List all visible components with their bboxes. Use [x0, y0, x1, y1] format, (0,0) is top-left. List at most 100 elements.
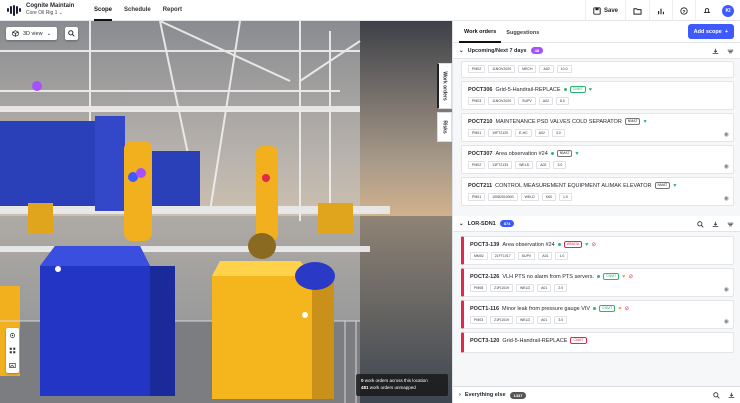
meta-date: 19FT2120	[488, 129, 513, 137]
app-switcher[interactable]: Cognite Maintain Core Oil Rig 1 ⌄	[0, 3, 92, 17]
status-dot	[557, 243, 561, 246]
work-order-card[interactable]: POCT3-139 Area observation #24 WMATA ♥ ⊘ MM0…	[461, 236, 734, 265]
chevron-down-icon: ⌄	[58, 10, 63, 16]
site-name: Core Oil Rig 1	[26, 10, 58, 16]
help-button[interactable]: ?	[672, 0, 695, 21]
meta-type: MM02	[470, 252, 488, 260]
notifications-button[interactable]	[695, 0, 718, 21]
eye-icon[interactable]: ◉	[724, 318, 729, 325]
alert-icon: ⊘	[628, 273, 634, 280]
meta-type: PM01	[468, 129, 486, 137]
folder-button[interactable]	[625, 0, 649, 21]
viewport-search-button[interactable]	[65, 27, 78, 40]
work-order-card[interactable]: POCT1-116 Minor leak from pressure gauge …	[461, 300, 734, 329]
meta-hours: 8.0	[555, 97, 569, 105]
work-order-title: VLH PTS no alarm from PTS servers.	[502, 273, 595, 280]
status-dot	[593, 307, 597, 310]
top-bar: Cognite Maintain Core Oil Rig 1 ⌄ Scope …	[0, 0, 740, 21]
status-tag: CNMT	[603, 273, 620, 280]
work-order-card[interactable]: POCT210 MAINTENANCE PSD VALVES COLD SEPAR…	[461, 113, 734, 142]
group-everything-else-header[interactable]: › Everything else 1337	[453, 386, 740, 403]
eye-icon[interactable]: ◉	[724, 163, 729, 170]
heart-icon: ♥	[618, 305, 622, 312]
unmapped-count: 481	[361, 385, 369, 390]
sort-icon[interactable]	[727, 221, 734, 228]
bell-icon	[703, 7, 711, 13]
status-dot	[597, 275, 601, 278]
app-name: Cognite Maintain	[26, 3, 75, 9]
meta-discipline: E-HC	[515, 129, 532, 137]
group-count-badge: 1337	[509, 391, 527, 399]
group-count-badge: 48	[530, 47, 544, 54]
work-order-id: POCT3-139	[470, 241, 500, 248]
work-order-meta: PM02 11NOV2020 MECH A02 10.0	[468, 65, 727, 73]
tab-work-orders[interactable]: Work orders	[459, 21, 502, 43]
group-title: Everything else	[464, 392, 506, 398]
target-icon	[10, 333, 15, 338]
meta-type: PM03	[470, 316, 488, 324]
work-order-card[interactable]: POCT3-120 Grid-5-Handrail-REPLACE CNMT	[461, 332, 734, 353]
search-icon[interactable]	[713, 392, 720, 399]
nav-scope[interactable]: Scope	[94, 0, 113, 21]
image-icon	[9, 363, 16, 368]
save-button[interactable]: Save	[584, 0, 625, 21]
heart-icon: ♥	[622, 273, 626, 280]
work-order-id: POCT306	[468, 86, 493, 93]
meta-area: A02	[538, 97, 553, 105]
cube-icon	[12, 30, 19, 37]
user-avatar[interactable]: KI	[722, 4, 734, 17]
bar-chart-icon	[658, 8, 664, 14]
meta-area: K60	[541, 193, 556, 201]
cognite-logo-icon	[7, 4, 21, 16]
group-upcoming-header[interactable]: ⌄ Upcoming/Next 7 days 48	[453, 43, 740, 59]
meta-discipline: SUPV	[517, 252, 536, 260]
screenshot-tool-button[interactable]	[6, 358, 19, 373]
layers-tool-button[interactable]	[6, 343, 19, 358]
work-order-card[interactable]: POCT211 CONTROL MEASUREMENT EQUIPMENT ALI…	[461, 177, 734, 206]
work-order-card[interactable]: POCT307 Area observation #24 NMAT ♥ PM02 13…	[461, 145, 734, 174]
eye-icon[interactable]: ◉	[724, 131, 729, 138]
nav-schedule[interactable]: Schedule	[124, 0, 151, 21]
3d-viewport[interactable]: 3D view ⌄ 0 work orders across this loca…	[0, 21, 452, 403]
view-mode-dropdown[interactable]: 3D view ⌄	[6, 27, 58, 40]
meta-date: 10082010000	[488, 193, 518, 201]
work-order-card[interactable]: POCT2-126 VLH PTS no alarm from PTS serve…	[461, 268, 734, 297]
tab-suggestions[interactable]: Suggestions	[501, 22, 544, 42]
plus-icon: +	[724, 28, 728, 35]
status-dot	[563, 88, 567, 91]
meta-hours: 1.0	[558, 193, 572, 201]
help-icon: ?	[680, 6, 688, 14]
download-icon[interactable]	[712, 48, 719, 55]
viewport-toolbar	[6, 328, 19, 373]
tab-work-orders-label: Work orders	[442, 71, 448, 101]
target-tool-button[interactable]	[6, 328, 19, 343]
meta-discipline: SUPV	[518, 97, 536, 105]
meta-type: PM02	[468, 65, 486, 73]
sort-icon[interactable]	[727, 48, 734, 55]
meta-hours: 10.0	[556, 65, 572, 73]
work-order-card[interactable]: POCT306 Grid-5-Handrail-REPLACE CNMT ♥ PM03…	[461, 81, 734, 110]
meta-date: 21FI1019	[490, 316, 513, 324]
status-tag: CNMT	[570, 337, 587, 344]
work-order-id: POCT307	[468, 150, 493, 157]
tab-work-orders-vertical[interactable]: Work orders	[437, 63, 452, 109]
group-lor-sdn1-header[interactable]: ⌄ LOR-SDN1 874	[453, 216, 740, 232]
nav-report[interactable]: Report	[163, 0, 182, 21]
view-mode-label: 3D view	[23, 30, 43, 37]
site-selector[interactable]: Core Oil Rig 1 ⌄	[26, 10, 74, 17]
unmapped-text: work orders unmapped	[368, 385, 416, 390]
tab-risks-label: Risks	[441, 120, 448, 134]
eye-icon[interactable]: ◉	[724, 195, 729, 202]
meta-type: PM08	[470, 284, 488, 292]
status-tag: WMATA	[563, 241, 583, 248]
work-order-card[interactable]: PM02 11NOV2020 MECH A02 10.0	[461, 61, 734, 78]
charts-button[interactable]	[649, 0, 672, 21]
search-icon[interactable]	[697, 220, 704, 228]
download-icon[interactable]	[712, 221, 719, 228]
download-icon[interactable]	[728, 392, 735, 399]
add-scope-button[interactable]: Add scope +	[687, 24, 734, 39]
tab-risks-vertical[interactable]: Risks	[437, 112, 452, 142]
eye-icon[interactable]: ◉	[724, 286, 729, 293]
work-order-id: POCT3-120	[470, 337, 500, 344]
meta-type: PM03	[468, 97, 486, 105]
